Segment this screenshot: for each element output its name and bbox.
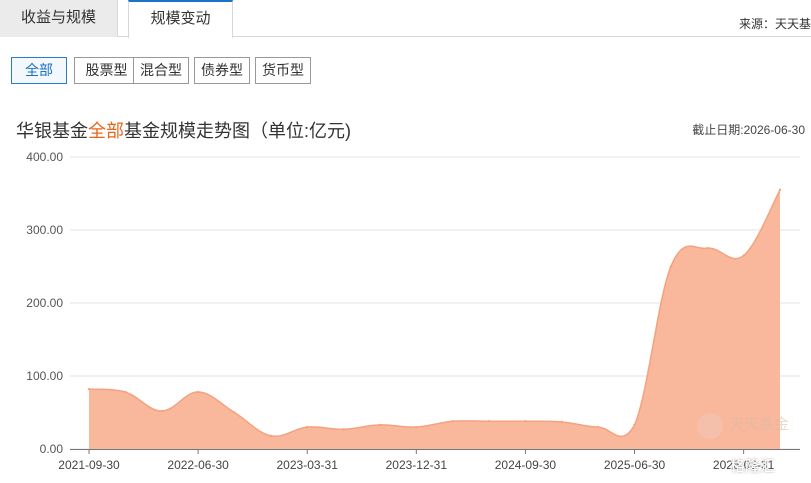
fund-logo-icon xyxy=(697,413,723,439)
watermark-brand: 天天基金 xyxy=(729,416,790,433)
tiantian-watermark: 天天基金 xyxy=(697,411,805,443)
data-point[interactable] xyxy=(233,411,236,414)
data-point[interactable] xyxy=(633,423,636,427)
data-point[interactable] xyxy=(196,390,200,394)
data-point[interactable] xyxy=(560,420,563,424)
x-tick-label: 2023-03-31 xyxy=(277,458,339,472)
data-point[interactable] xyxy=(669,265,673,268)
data-point[interactable] xyxy=(706,247,709,250)
scale-trend-chart: 0.00 100.00 200.00 300.00 400.00 2021-09-30 20… xyxy=(26,150,800,472)
data-point[interactable] xyxy=(306,425,309,429)
data-point[interactable] xyxy=(124,390,127,394)
data-point[interactable] xyxy=(524,420,527,423)
y-tick-label: 400.00 xyxy=(26,150,63,164)
gelonghui-watermark: 格隆汇 xyxy=(730,458,776,475)
data-point[interactable] xyxy=(160,409,163,413)
data-point[interactable] xyxy=(451,420,454,423)
x-tick-label: 2024-09-30 xyxy=(495,458,557,472)
y-tick-label: 100.00 xyxy=(26,369,63,383)
x-tick-label: 2022-06-30 xyxy=(167,458,229,472)
y-tick-label: 200.00 xyxy=(26,296,63,310)
data-point[interactable] xyxy=(742,254,745,257)
data-point[interactable] xyxy=(269,434,273,438)
x-tick-label: 2023-12-31 xyxy=(386,458,448,472)
data-point[interactable] xyxy=(378,423,382,427)
data-point[interactable] xyxy=(415,425,418,429)
y-tick-label: 300.00 xyxy=(26,223,63,237)
data-point[interactable] xyxy=(778,188,782,192)
data-point[interactable] xyxy=(342,428,345,431)
area-fill xyxy=(89,189,780,449)
data-point[interactable] xyxy=(487,420,491,423)
y-tick-label: 0.00 xyxy=(40,442,64,456)
data-point[interactable] xyxy=(87,387,91,391)
x-tick-label: 2025-06-30 xyxy=(604,458,666,472)
x-tick-label: 2021-09-30 xyxy=(58,458,120,472)
data-point[interactable] xyxy=(596,425,600,429)
area-series xyxy=(87,188,782,449)
